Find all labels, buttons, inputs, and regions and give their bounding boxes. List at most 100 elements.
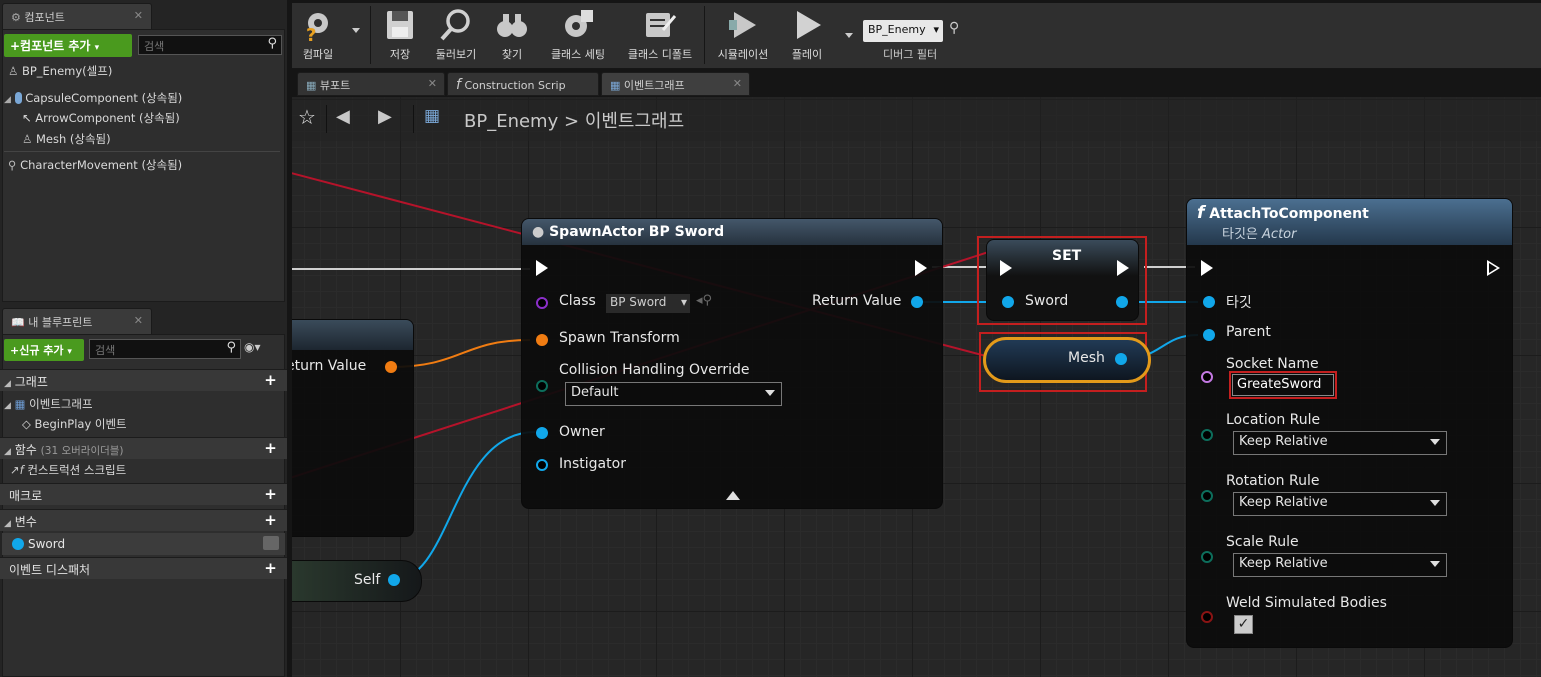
location-rule-pin[interactable] [1201,429,1213,441]
blueprint-search-input[interactable]: 검색 ⚲ [89,339,241,359]
exec-in-pin[interactable] [536,260,548,276]
play-options-chevron-icon[interactable] [845,33,853,38]
close-icon[interactable]: ✕ [134,9,143,22]
target-pin[interactable] [1203,296,1215,308]
scale-rule-select[interactable]: Keep Relative [1233,553,1447,577]
section-macros[interactable]: 매크로 + [0,483,287,505]
tab-construction-script[interactable]: f Construction Scrip [447,72,599,96]
event-graph-item[interactable]: ◢ ▦ 이벤트그래프 [4,396,93,412]
book-icon: 📖 [11,316,25,329]
collision-pin[interactable] [536,380,548,392]
debug-object-select[interactable]: BP_Enemy ▾ [863,20,943,42]
search-icon: ⚲ [226,340,236,355]
section-event-dispatchers[interactable]: 이벤트 디스패처 + [0,557,287,579]
exec-out-pin[interactable] [915,260,927,276]
chevron-down-icon [765,390,775,396]
browse-arrow-icon[interactable]: ◂⚲ [696,293,712,308]
add-macro-plus-icon[interactable]: + [262,486,279,503]
owner-pin[interactable] [536,427,548,439]
play-icon [797,11,821,39]
add-component-button[interactable]: +컴포넌트 추가 ▾ [4,34,132,57]
weld-checkbox[interactable]: ✓ [1234,615,1253,634]
component-character-movement[interactable]: ⚲ CharacterMovement (상속됨) [8,157,182,173]
components-search-input[interactable]: 검색 ⚲ [138,35,282,55]
sword-variable-row[interactable]: Sword [2,533,285,555]
toolbar-separator [370,6,371,64]
location-rule-select[interactable]: Keep Relative [1233,431,1447,455]
weld-pin[interactable] [1201,611,1213,623]
my-blueprint-tab[interactable]: 📖 내 블루프린트 ✕ [2,308,152,334]
play-button[interactable]: 플레이 [782,6,832,66]
mesh-label: Mesh [1068,350,1105,366]
exec-out-pin[interactable] [1117,260,1129,276]
add-dispatcher-plus-icon[interactable]: + [262,560,279,577]
exec-in-pin[interactable] [1201,260,1213,276]
add-graph-plus-icon[interactable]: + [262,372,279,389]
exec-out-pin[interactable] [1487,260,1500,276]
scale-rule-pin[interactable] [1201,551,1213,563]
partial-node[interactable] [292,319,414,537]
set-node-title: SET [1052,248,1082,264]
close-icon[interactable]: ✕ [733,77,742,90]
class-pin[interactable] [536,297,548,309]
magnifier-icon [440,9,470,41]
find-button[interactable]: 찾기 [488,6,536,66]
section-functions[interactable]: ◢ 함수 (31 오버라이더블) + [0,437,287,459]
chevron-down-icon: ▾ [67,347,72,357]
object-pin[interactable] [388,574,400,586]
component-arrow[interactable]: ↖ ArrowComponent (상속됨) [22,110,180,126]
rotation-rule-select[interactable]: Keep Relative [1233,492,1447,516]
add-variable-plus-icon[interactable]: + [262,512,279,529]
sword-variable-label: Sword [28,537,66,551]
close-icon[interactable]: ✕ [134,314,143,327]
compile-button[interactable]: ? 컴파일 [292,6,344,66]
rotation-rule-pin[interactable] [1201,490,1213,502]
spawn-icon: ● [532,224,545,240]
components-tab[interactable]: ⚙ 컴포넌트 ✕ [2,3,152,29]
mesh-out-pin[interactable] [1115,353,1127,365]
tab-event-graph[interactable]: ▦ 이벤트그래프 ✕ [601,72,750,96]
collision-select[interactable]: Default [565,382,782,406]
close-icon[interactable]: ✕ [428,77,437,90]
construction-script-item[interactable]: ↗f 컨스트럭션 스크립트 [10,462,126,478]
spawn-actor-title-bar: ● SpawnActor BP Sword [522,219,942,245]
event-graph-canvas[interactable]: ☆ ◀ ▶ ▦ BP_Enemy > 이벤트그래프 eturn Value Se… [292,97,1541,677]
class-settings-button[interactable]: 클래스 세팅 [542,6,614,66]
add-function-plus-icon[interactable]: + [262,440,279,457]
debug-search-icon[interactable]: ⚲ [949,20,959,36]
class-select[interactable]: BP Sword ▾ [606,294,690,313]
socket-name-input[interactable]: GreateSword [1232,374,1334,396]
browse-button[interactable]: 둘러보기 [428,6,484,66]
instigator-pin[interactable] [536,459,548,471]
parent-pin[interactable] [1203,329,1215,341]
component-mesh[interactable]: ♙ Mesh (상속됨) [22,131,111,147]
sword-in-pin[interactable] [1002,296,1014,308]
graph-icon: ▦ [14,397,26,411]
socket-name-pin[interactable] [1201,371,1213,383]
function-icon: ↗f [10,463,24,477]
save-button[interactable]: 저장 [376,6,424,66]
struct-pin[interactable] [385,361,397,373]
partial-return-value-label: eturn Value [292,358,367,374]
collapse-advanced-arrow-icon[interactable] [726,491,740,500]
exec-in-pin[interactable] [1000,260,1012,276]
add-new-button[interactable]: +신규 추가 ▾ [4,339,84,361]
eye-icon[interactable]: ◉▾ [244,340,261,354]
return-value-pin[interactable] [911,296,923,308]
section-variables[interactable]: ◢ 변수 + [0,509,287,531]
simulation-button[interactable]: 시뮬레이션 [710,6,776,66]
tab-viewport[interactable]: ▦ 뷰포트 ✕ [297,72,445,96]
expand-arrow-icon: ◢ [4,95,11,105]
graph-icon: ▦ [610,79,621,92]
compile-options-chevron-icon[interactable] [352,28,360,33]
component-self[interactable]: ♙ BP_Enemy(셀프) [8,63,112,79]
begin-play-item[interactable]: ◇ BeginPlay 이벤트 [22,416,127,432]
spawn-transform-pin[interactable] [536,334,548,346]
sword-out-pin[interactable] [1116,296,1128,308]
section-graphs[interactable]: ◢ 그래프 + [0,369,287,391]
spawn-transform-label: Spawn Transform [559,330,680,346]
class-defaults-button[interactable]: 클래스 디폴트 [620,6,700,66]
chevron-down-icon [1430,561,1440,567]
component-capsule[interactable]: ◢ CapsuleComponent (상속됨) [4,90,182,106]
eye-toggle-icon[interactable] [263,536,279,550]
